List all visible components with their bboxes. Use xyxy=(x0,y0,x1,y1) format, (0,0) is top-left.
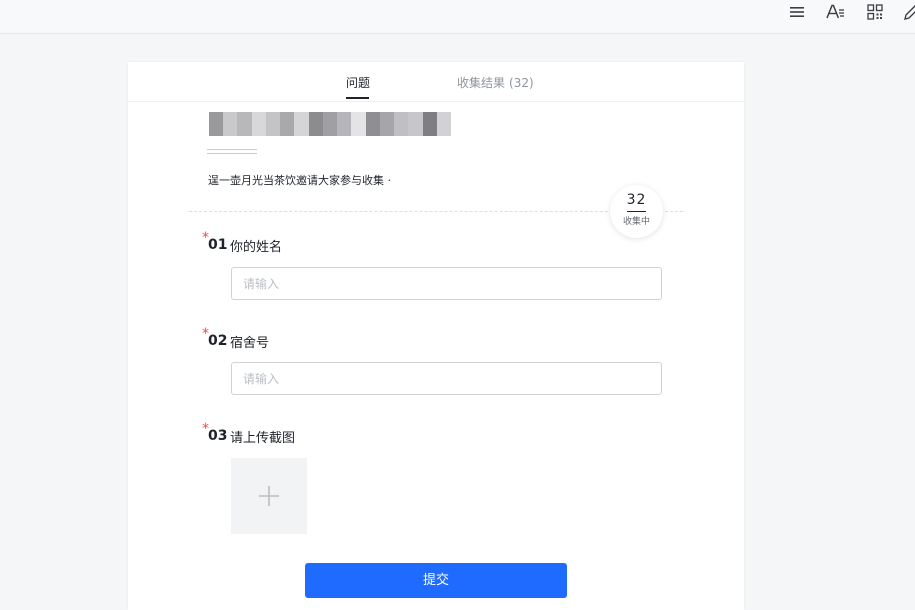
tab-questions[interactable]: 问题 xyxy=(346,74,370,91)
question-title-screenshot: 请上传截图 xyxy=(230,431,296,446)
text-format-icon[interactable] xyxy=(825,2,845,22)
form-description: 逞一壶月光当茶饮邀请大家参与收集 · xyxy=(208,174,391,187)
tab-results[interactable]: 收集结果 (32) xyxy=(457,74,534,91)
question-number: 03 xyxy=(208,428,228,444)
name-input[interactable] xyxy=(231,267,662,300)
section-divider xyxy=(189,211,683,212)
image-upload-button[interactable] xyxy=(231,458,307,534)
dorm-number-input[interactable] xyxy=(231,362,662,395)
menu-icon[interactable] xyxy=(787,2,807,22)
submission-count: 32 xyxy=(626,192,647,208)
form-card: 问题 收集结果 (32) 逞一壶月光当茶饮邀请大家参与收集 · 32 收集中 * … xyxy=(128,62,744,610)
plus-icon xyxy=(259,486,279,506)
title-decoration-line xyxy=(207,149,257,154)
top-toolbar xyxy=(0,0,915,34)
blurred-form-title xyxy=(209,112,451,136)
question-number: 01 xyxy=(208,237,228,253)
submission-counter: 32 收集中 xyxy=(610,185,663,238)
question-title-name: 你的姓名 xyxy=(230,240,283,255)
tab-bar: 问题 收集结果 (32) xyxy=(128,62,744,102)
question-number: 02 xyxy=(208,333,228,349)
submit-button[interactable]: 提交 xyxy=(305,563,567,598)
counter-underline xyxy=(627,211,646,212)
edit-icon[interactable] xyxy=(902,2,915,22)
collecting-status: 收集中 xyxy=(622,217,650,227)
question-title-dorm: 宿舍号 xyxy=(230,336,270,351)
tab-results-count: (32) xyxy=(509,76,534,90)
active-tab-indicator xyxy=(346,97,369,99)
tab-results-label: 收集结果 xyxy=(457,76,506,90)
qr-code-icon[interactable] xyxy=(865,2,885,22)
